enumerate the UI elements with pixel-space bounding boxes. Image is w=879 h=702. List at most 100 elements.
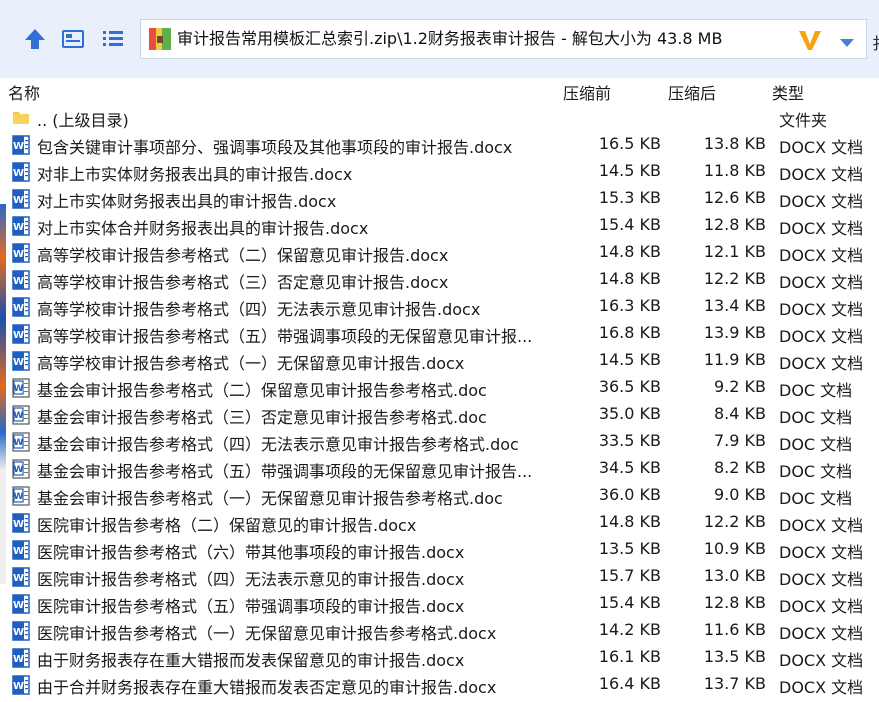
word-docx-icon: W — [12, 540, 30, 560]
size-before: 36.5 KB — [598, 377, 661, 396]
file-row[interactable]: W 包含关键审计事项部分、强调事项段及其他事项段的审计报告.docx 16.5 KB… — [0, 131, 879, 158]
file-type: DOCX 文档 — [779, 570, 864, 589]
dropdown-arrow-icon[interactable] — [838, 34, 856, 53]
file-type: DOCX 文档 — [779, 192, 864, 211]
view-icon[interactable] — [56, 22, 90, 56]
size-after: 8.2 KB — [714, 458, 766, 477]
svg-text:W: W — [13, 195, 24, 206]
file-row[interactable]: W 医院审计报告参考格式（四）无法表示意见的审计报告.docx 15.7 KB 13.… — [0, 563, 879, 590]
file-row[interactable]: W 对上市实体财务报表出具的审计报告.docx 15.3 KB 12.6 KB DOCX… — [0, 185, 879, 212]
word-docx-icon: W — [12, 270, 30, 290]
size-after: 10.9 KB — [703, 539, 766, 558]
word-docx-icon: W — [12, 243, 30, 263]
column-type[interactable]: 类型 — [772, 80, 804, 104]
file-row[interactable]: W 基金会审计报告参考格式（四）无法表示意见审计报告参考格式.doc 33.5 KB… — [0, 428, 879, 455]
file-row[interactable]: W 高等学校审计报告参考格式（三）否定意见审计报告.docx 14.8 KB 12.2… — [0, 266, 879, 293]
file-type: DOC 文档 — [779, 435, 853, 454]
size-before: 14.8 KB — [598, 269, 661, 288]
size-before: 16.3 KB — [598, 296, 661, 315]
parent-folder-row[interactable]: .. (上级目录) 文件夹 — [0, 104, 879, 131]
file-name: 医院审计报告参考格式（五）带强调事项段的审计报告.docx — [37, 597, 465, 616]
word-docx-icon: W — [12, 324, 30, 344]
file-row[interactable]: W 基金会审计报告参考格式（五）带强调事项段的无保留意见审计报告... 34.5 K… — [0, 455, 879, 482]
size-before: 36.0 KB — [598, 485, 661, 504]
file-name: 包含关键审计事项部分、强调事项段及其他事项段的审计报告.docx — [37, 138, 513, 157]
file-type: DOCX 文档 — [779, 327, 864, 346]
word-docx-icon: W — [12, 567, 30, 587]
svg-text:W: W — [14, 384, 24, 394]
svg-text:W: W — [14, 411, 24, 421]
file-name: 基金会审计报告参考格式（四）无法表示意见审计报告参考格式.doc — [37, 435, 519, 454]
size-before: 34.5 KB — [598, 458, 661, 477]
size-after: 12.2 KB — [703, 269, 766, 288]
file-type: DOCX 文档 — [779, 138, 864, 157]
word-doc-icon: W — [12, 486, 30, 506]
word-docx-icon: W — [12, 621, 30, 641]
file-type: DOCX 文档 — [779, 651, 864, 670]
file-row[interactable]: W 医院审计报告参考格式（六）带其他事项段的审计报告.docx 13.5 KB 10.… — [0, 536, 879, 563]
file-type: DOC 文档 — [779, 462, 853, 481]
toolbar-edge-button[interactable]: 扌 — [872, 30, 879, 54]
size-after: 7.9 KB — [714, 431, 766, 450]
size-after: 11.9 KB — [703, 350, 766, 369]
file-row[interactable]: W 高等学校审计报告参考格式（四）无法表示意见审计报告.docx 16.3 KB 13… — [0, 293, 879, 320]
size-before: 16.4 KB — [598, 674, 661, 693]
word-docx-icon: W — [12, 216, 30, 236]
file-type: DOC 文档 — [779, 408, 853, 427]
column-name[interactable]: 名称 — [8, 80, 40, 104]
size-after: 9.0 KB — [714, 485, 766, 504]
word-doc-icon: W — [12, 432, 30, 452]
v-logo-icon[interactable] — [796, 26, 824, 58]
file-row[interactable]: W 对非上市实体财务报表出具的审计报告.docx 14.5 KB 11.8 KB DOC… — [0, 158, 879, 185]
file-row[interactable]: W 高等学校审计报告参考格式（五）带强调事项段的无保留意见审计报... 16.8 K… — [0, 320, 879, 347]
file-name: 医院审计报告参考格式（四）无法表示意见的审计报告.docx — [37, 570, 465, 589]
file-name: 高等学校审计报告参考格式（五）带强调事项段的无保留意见审计报... — [37, 327, 533, 346]
size-before: 16.8 KB — [598, 323, 661, 342]
file-type: DOCX 文档 — [779, 300, 864, 319]
file-row[interactable]: W 基金会审计报告参考格式（三）否定意见审计报告参考格式.doc 35.0 KB 8.… — [0, 401, 879, 428]
file-type: DOCX 文档 — [779, 219, 864, 238]
file-type: DOCX 文档 — [779, 543, 864, 562]
file-row[interactable]: W 医院审计报告参考格式（五）带强调事项段的审计报告.docx 15.4 KB 12.… — [0, 590, 879, 617]
file-name: 医院审计报告参考格（二）保留意见的审计报告.docx — [37, 516, 417, 535]
size-after: 13.5 KB — [703, 647, 766, 666]
file-row[interactable]: W 基金会审计报告参考格式（一）无保留意见审计报告参考格式.doc 36.0 KB 9… — [0, 482, 879, 509]
svg-text:W: W — [13, 276, 24, 287]
word-docx-icon: W — [12, 297, 30, 317]
column-before[interactable]: 压缩前 — [563, 80, 611, 104]
file-name: 医院审计报告参考格式（一）无保留意见审计报告参考格式.docx — [37, 624, 497, 643]
up-arrow-icon[interactable] — [18, 22, 52, 56]
size-after: 13.4 KB — [703, 296, 766, 315]
list-icon[interactable] — [96, 22, 130, 56]
svg-text:W: W — [13, 357, 24, 368]
file-name: 基金会审计报告参考格式（三）否定意见审计报告参考格式.doc — [37, 408, 487, 427]
size-after: 11.6 KB — [703, 620, 766, 639]
file-row[interactable]: W 基金会审计报告参考格式（二）保留意见审计报告参考格式.doc 36.5 KB 9.… — [0, 374, 879, 401]
path-bar[interactable]: 审计报告常用模板汇总索引.zip\1.2财务报表审计报告 - 解包大小为 43.… — [140, 19, 867, 59]
toolbar: 审计报告常用模板汇总索引.zip\1.2财务报表审计报告 - 解包大小为 43.… — [0, 0, 879, 78]
svg-text:W: W — [13, 681, 24, 692]
file-row[interactable]: W 高等学校审计报告参考格式（二）保留意见审计报告.docx 14.8 KB 12.1… — [0, 239, 879, 266]
file-row[interactable]: W 由于财务报表存在重大错报而发表保留意见的审计报告.docx 16.1 KB 13.… — [0, 644, 879, 671]
size-before: 35.0 KB — [598, 404, 661, 423]
file-row[interactable]: W 对上市实体合并财务报表出具的审计报告.docx 15.4 KB 12.8 KB DO… — [0, 212, 879, 239]
file-row[interactable]: W 医院审计报告参考格式（一）无保留意见审计报告参考格式.docx 14.2 KB 1… — [0, 617, 879, 644]
svg-text:W: W — [14, 492, 24, 502]
file-row[interactable]: W 高等学校审计报告参考格式（一）无保留意见审计报告.docx 14.5 KB 11.… — [0, 347, 879, 374]
size-after: 12.2 KB — [703, 512, 766, 531]
size-before: 16.1 KB — [598, 647, 661, 666]
column-after[interactable]: 压缩后 — [668, 80, 716, 104]
file-type: DOCX 文档 — [779, 597, 864, 616]
size-after: 13.9 KB — [703, 323, 766, 342]
word-docx-icon: W — [12, 513, 30, 533]
file-name: 由于财务报表存在重大错报而发表保留意见的审计报告.docx — [37, 651, 465, 670]
file-type: DOCX 文档 — [779, 165, 864, 184]
svg-text:W: W — [13, 303, 24, 314]
size-before: 14.2 KB — [598, 620, 661, 639]
svg-text:W: W — [13, 330, 24, 341]
file-row[interactable]: W 医院审计报告参考格（二）保留意见的审计报告.docx 14.8 KB 12.2 K… — [0, 509, 879, 536]
file-type: DOCX 文档 — [779, 246, 864, 265]
file-row[interactable]: W 由于合并财务报表存在重大错报而发表否定意见的审计报告.docx 16.4 KB 1… — [0, 671, 879, 698]
word-docx-icon: W — [12, 162, 30, 182]
size-before: 13.5 KB — [598, 539, 661, 558]
